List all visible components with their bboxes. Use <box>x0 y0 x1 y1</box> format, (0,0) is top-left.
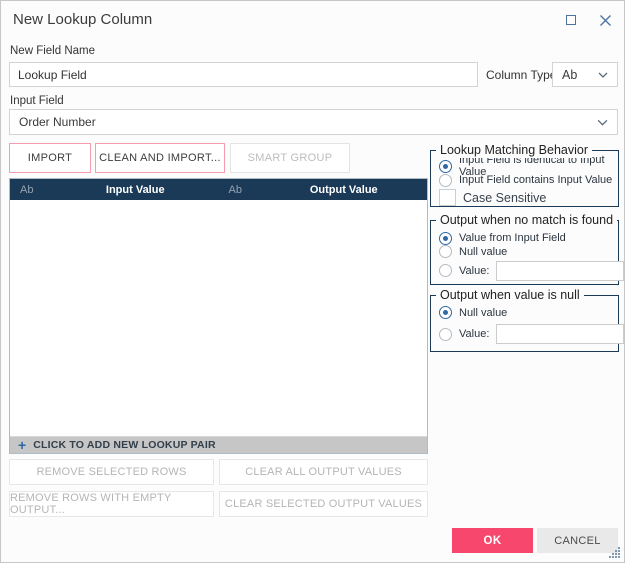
new-field-name-input[interactable] <box>9 62 478 87</box>
radio-custom-value-option[interactable]: Value: <box>439 323 618 345</box>
case-sensitive-option[interactable]: Case Sensitive <box>439 189 618 206</box>
radio-contains-option[interactable]: Input Field contains Input Value <box>439 173 618 187</box>
close-button[interactable] <box>597 12 613 28</box>
output-type-icon[interactable]: Ab <box>219 184 261 196</box>
lookup-matching-behavior-title: Lookup Matching Behavior <box>436 143 592 158</box>
resize-grip[interactable] <box>607 545 621 559</box>
input-value-column-header: Input Value <box>52 184 219 196</box>
radio-unselected-icon[interactable] <box>439 264 452 277</box>
radio-identical-option[interactable]: Input Field is identical to Input Value <box>439 159 618 173</box>
cancel-button[interactable]: CANCEL <box>537 528 618 553</box>
radio-selected-icon[interactable] <box>439 306 452 319</box>
clean-and-import-button[interactable]: CLEAN AND IMPORT... <box>95 143 225 173</box>
radio-custom-value-option[interactable]: Value: <box>439 260 618 281</box>
lookup-matching-behavior-group: Lookup Matching Behavior Input Field is … <box>430 150 619 207</box>
smart-group-button: SMART GROUP <box>230 143 350 173</box>
radio-null-value-option[interactable]: Null value <box>439 245 618 258</box>
radio-value-from-input-label: Value from Input Field <box>459 232 566 244</box>
radio-unselected-icon[interactable] <box>439 328 452 341</box>
chevron-down-icon <box>598 72 608 78</box>
radio-value-from-input-option[interactable]: Value from Input Field <box>439 231 618 245</box>
table-header-row: Ab Input Value Ab Output Value <box>10 179 427 200</box>
radio-contains-label: Input Field contains Input Value <box>459 174 612 186</box>
radio-null-value-option[interactable]: Null value <box>439 306 618 319</box>
dialog-title: New Lookup Column <box>13 11 152 28</box>
column-type-label: Column Type: <box>486 68 560 82</box>
chevron-down-icon <box>597 119 608 126</box>
clear-selected-output-values-button: CLEAR SELECTED OUTPUT VALUES <box>219 491 428 517</box>
radio-value-label: Value: <box>459 265 489 277</box>
add-lookup-pair-button[interactable]: + CLICK TO ADD NEW LOOKUP PAIR <box>10 436 427 453</box>
remove-rows-empty-output-button: REMOVE ROWS WITH EMPTY OUTPUT... <box>9 491 214 517</box>
lookup-pairs-table: Ab Input Value Ab Output Value + CLICK T… <box>9 178 428 454</box>
no-match-value-input[interactable] <box>496 261 624 281</box>
maximize-button[interactable] <box>563 12 579 28</box>
column-type-value: Ab <box>562 68 577 82</box>
clear-all-output-values-button: CLEAR ALL OUTPUT VALUES <box>219 459 428 485</box>
input-field-label: Input Field <box>10 95 64 107</box>
input-field-select[interactable]: Order Number <box>9 109 618 135</box>
radio-value-label: Value: <box>459 328 489 340</box>
output-no-match-title: Output when no match is found <box>436 213 617 228</box>
output-no-match-group: Output when no match is found Value from… <box>430 220 619 285</box>
remove-selected-rows-button: REMOVE SELECTED ROWS <box>9 459 214 485</box>
new-lookup-column-dialog: New Lookup Column New Field Name Column … <box>0 0 625 563</box>
output-value-null-group: Output when value is null Null value Val… <box>430 295 619 352</box>
output-value-column-header: Output Value <box>261 184 428 196</box>
radio-selected-icon[interactable] <box>439 160 452 173</box>
radio-null-value-label: Null value <box>459 307 507 319</box>
table-body-empty[interactable] <box>10 200 427 436</box>
radio-unselected-icon[interactable] <box>439 245 452 258</box>
case-sensitive-label: Case Sensitive <box>463 191 546 205</box>
output-value-null-title: Output when value is null <box>436 288 584 303</box>
input-type-icon[interactable]: Ab <box>10 184 52 196</box>
maximize-icon <box>566 15 576 25</box>
radio-selected-icon[interactable] <box>439 232 452 245</box>
checkbox-unchecked-icon[interactable] <box>439 189 456 206</box>
null-value-input[interactable] <box>496 324 624 344</box>
radio-null-value-label: Null value <box>459 246 507 258</box>
ok-button[interactable]: OK <box>452 528 533 553</box>
plus-icon: + <box>18 438 26 452</box>
close-icon <box>599 14 612 27</box>
add-lookup-pair-label: CLICK TO ADD NEW LOOKUP PAIR <box>33 439 216 451</box>
radio-unselected-icon[interactable] <box>439 174 452 187</box>
new-field-name-label: New Field Name <box>10 45 95 57</box>
column-type-select[interactable]: Ab <box>552 62 618 87</box>
import-button[interactable]: IMPORT <box>9 143 91 173</box>
input-field-value: Order Number <box>19 115 96 129</box>
